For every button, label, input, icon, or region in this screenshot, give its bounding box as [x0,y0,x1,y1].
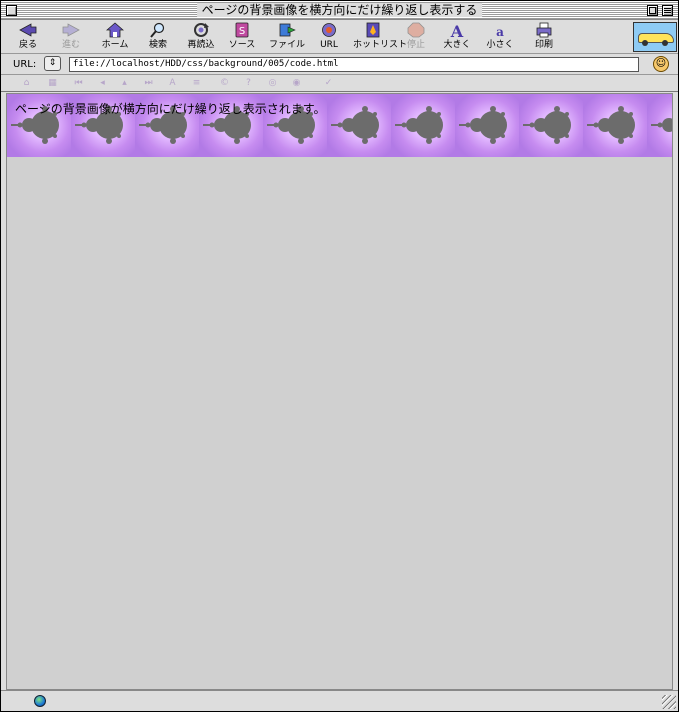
hotlist-icon [364,22,382,38]
background-tile [455,94,519,157]
home-button[interactable]: ホーム [98,22,132,52]
forward-arrow-icon [62,22,80,38]
url-bar: URL: ⇕ file://localhost/HDD/css/backgrou… [1,54,678,75]
nav-made-icon[interactable]: ✓ [323,78,334,89]
zoom-box-button[interactable] [647,5,658,16]
stop-icon [407,22,425,38]
window-title: ページの背景画像を横方向にだけ繰り返し表示する [196,3,483,17]
browser-window: ページの背景画像を横方向にだけ繰り返し表示する 戻る 進む ホーム 検索 再読込… [0,0,679,712]
status-bar [1,690,678,711]
home-icon [105,22,125,38]
background-tile [519,94,583,157]
url-globe-icon [320,22,338,38]
background-tile [327,94,391,157]
nav-previous-icon[interactable]: ◂ [97,78,108,89]
nav-copyright-icon[interactable]: © [219,78,230,89]
source-icon: S [233,22,251,38]
reload-icon [192,22,210,38]
nav-first-icon[interactable]: ⏮ [73,78,84,89]
stop-button[interactable]: 停止 [402,22,430,52]
nav-up-icon[interactable]: ▴ [119,78,130,89]
nav-home-icon[interactable]: ⌂ [21,78,32,89]
resize-grip[interactable] [662,695,676,709]
navigation-bar: ⌂ ▦ ⏮ ◂ ▴ ⏭ A ≡ © ? ◎ ◉ ✓ [1,75,678,92]
source-button[interactable]: S ソース [227,22,257,52]
toolbar: 戻る 進む ホーム 検索 再読込 S ソース ファイル URL ホットリスト 停… [1,20,678,54]
back-button[interactable]: 戻る [13,22,43,52]
svg-text:A: A [450,22,464,38]
nav-search-icon[interactable]: ◎ [267,78,278,89]
background-tile [583,94,647,157]
globe-icon [34,695,46,707]
url-button[interactable]: URL [315,22,343,52]
nav-index-icon[interactable]: ▦ [47,78,58,89]
hotlist-button[interactable]: ホットリスト [353,22,407,52]
nav-author-icon[interactable]: A [167,78,178,89]
print-icon [535,22,553,38]
nav-last-icon[interactable]: ⏭ [143,78,154,89]
file-icon [278,22,296,38]
text-smaller-icon: a [491,22,509,39]
collapse-box-button[interactable] [662,5,673,16]
svg-text:S: S [239,26,245,37]
url-history-popup[interactable]: ⇕ [44,56,61,71]
text-larger-icon: A [448,22,466,41]
print-button[interactable]: 印刷 [529,22,559,52]
text-smaller-button[interactable]: a 小さく [485,22,515,52]
background-tile [647,94,672,157]
svg-text:a: a [496,25,504,38]
search-button[interactable]: 検索 [143,22,173,52]
browser-logo-throbber[interactable] [633,22,677,52]
nav-bookmark-icon[interactable]: ◉ [291,78,302,89]
text-larger-button[interactable]: A 大きく [442,22,472,52]
page-body-text: ページの背景画像が横方向にだけ繰り返し表示されます。 [15,102,326,116]
search-icon [149,22,167,38]
nav-contents-icon[interactable]: ≡ [191,78,202,89]
forward-button[interactable]: 進む [56,22,86,52]
car-logo-icon [638,33,674,46]
background-tile [391,94,455,157]
page-content: ページの背景画像が横方向にだけ繰り返し表示されます。 [6,93,673,690]
url-input[interactable]: file://localhost/HDD/css/background/005/… [69,57,639,72]
back-arrow-icon [19,22,37,38]
file-button[interactable]: ファイル [267,22,307,52]
reload-button[interactable]: 再読込 [184,22,218,52]
url-label: URL: [13,59,37,70]
nav-help-icon[interactable]: ? [243,78,254,89]
close-box-button[interactable] [6,5,17,16]
title-bar[interactable]: ページの背景画像を横方向にだけ繰り返し表示する [1,1,678,20]
smiley-icon[interactable]: ☺ [653,56,669,72]
